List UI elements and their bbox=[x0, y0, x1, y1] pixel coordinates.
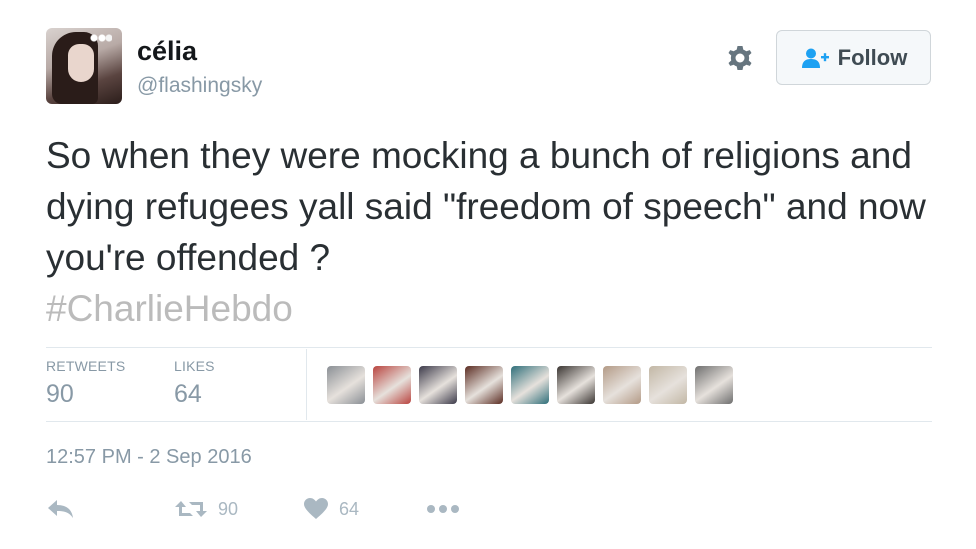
liker-avatar-icon[interactable] bbox=[649, 366, 687, 404]
retweet-icon bbox=[175, 501, 207, 517]
liker-avatar-icon[interactable] bbox=[327, 366, 365, 404]
tweet-body: So when they were mocking a bunch of rel… bbox=[46, 135, 926, 278]
stats-vertical-divider bbox=[306, 349, 307, 420]
user-handle[interactable]: @flashingsky bbox=[137, 74, 262, 98]
stats-top-divider bbox=[46, 347, 932, 348]
more-icon bbox=[427, 505, 459, 513]
avatar-flower-crown bbox=[90, 34, 112, 42]
likes-value: 64 bbox=[174, 380, 202, 408]
like-button[interactable]: 64 bbox=[303, 492, 359, 526]
gear-icon[interactable] bbox=[724, 42, 756, 74]
liker-avatar-icon[interactable] bbox=[511, 366, 549, 404]
tweet-timestamp[interactable]: 12:57 PM - 2 Sep 2016 bbox=[46, 446, 252, 469]
stats-bottom-divider bbox=[46, 421, 932, 422]
tweet-card: célia @flashingsky Follow So when they w… bbox=[0, 0, 976, 549]
liker-avatar-icon[interactable] bbox=[695, 366, 733, 404]
more-button[interactable] bbox=[426, 492, 460, 526]
follow-label: Follow bbox=[837, 44, 908, 70]
add-user-icon bbox=[801, 48, 829, 68]
likes-label: LIKES bbox=[174, 358, 215, 374]
user-avatar[interactable] bbox=[46, 28, 122, 104]
reply-icon bbox=[48, 500, 73, 518]
liker-avatar-icon[interactable] bbox=[373, 366, 411, 404]
tweet-text: So when they were mocking a bunch of rel… bbox=[46, 130, 936, 334]
retweets-stat[interactable]: RETWEETS 90 bbox=[46, 358, 125, 409]
retweet-button[interactable]: 90 bbox=[174, 492, 238, 526]
user-display-name[interactable]: célia bbox=[137, 36, 197, 67]
likes-stat[interactable]: LIKES 64 bbox=[174, 358, 215, 409]
follow-button[interactable]: Follow bbox=[776, 30, 931, 85]
retweet-count: 90 bbox=[218, 498, 239, 519]
hashtag-link[interactable]: #CharlieHebdo bbox=[46, 288, 293, 329]
reply-button[interactable] bbox=[46, 492, 76, 526]
liker-avatar-icon[interactable] bbox=[603, 366, 641, 404]
liker-avatar-icon[interactable] bbox=[465, 366, 503, 404]
like-count: 64 bbox=[339, 498, 360, 519]
retweets-label: RETWEETS bbox=[46, 358, 126, 374]
liker-avatar-icon[interactable] bbox=[419, 366, 457, 404]
retweets-value: 90 bbox=[46, 380, 74, 408]
liker-avatars bbox=[327, 366, 733, 404]
heart-icon bbox=[304, 498, 328, 519]
avatar-face bbox=[68, 44, 94, 82]
liker-avatar-icon[interactable] bbox=[557, 366, 595, 404]
